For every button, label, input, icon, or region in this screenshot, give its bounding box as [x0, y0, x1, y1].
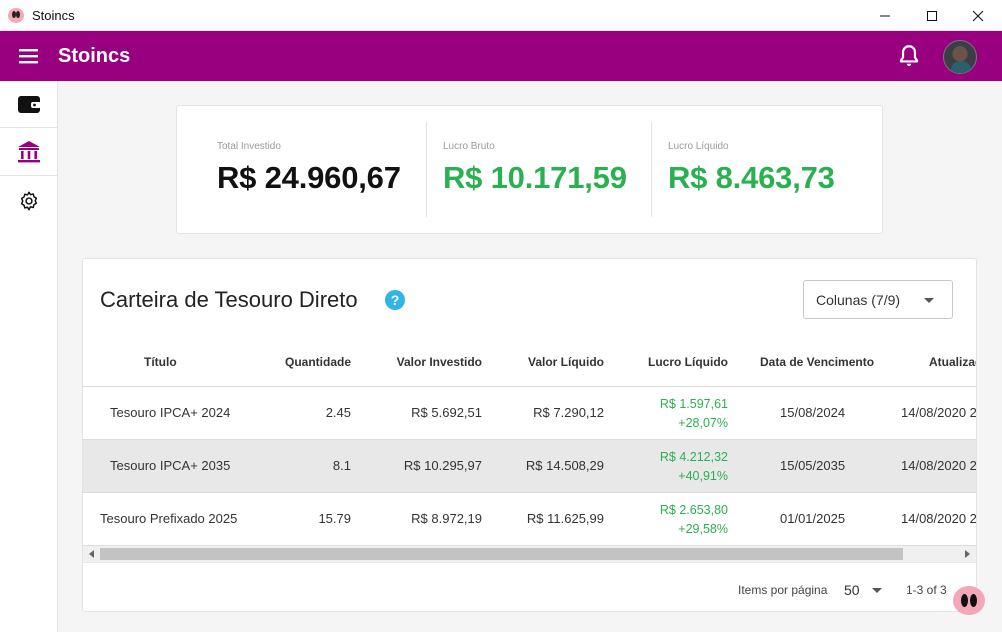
- stat-value: R$ 10.171,59: [443, 160, 627, 195]
- table-pagination: Items por página 50 1-3 of 3: [83, 562, 976, 611]
- cell-vencimento: 15/05/2035: [780, 458, 846, 473]
- horizontal-scrollbar[interactable]: [83, 546, 976, 562]
- sidebar-item-wallet[interactable]: [0, 81, 57, 128]
- scroll-right-icon[interactable]: [965, 550, 970, 558]
- maximize-button[interactable]: [909, 0, 955, 31]
- lucro-valor: R$ 1.597,61: [659, 397, 728, 411]
- cell-valor-investido: R$ 5.692,51: [411, 405, 482, 420]
- notifications-button[interactable]: [896, 43, 922, 69]
- column-header-atualizado[interactable]: Atualizado: [929, 355, 976, 369]
- table-header: Título Quantidade Valor Investido Valor …: [83, 339, 976, 387]
- cell-vencimento: 15/08/2024: [780, 405, 846, 420]
- cell-valor-investido: R$ 8.972,19: [411, 511, 482, 526]
- items-per-page-value: 50: [844, 582, 860, 598]
- summary-card: Total Investido R$ 24.960,67 Lucro Bruto…: [176, 105, 883, 234]
- close-icon: [972, 10, 984, 21]
- portfolio-title: Carteira de Tesouro Direto: [100, 287, 358, 312]
- help-icon[interactable]: ?: [385, 290, 405, 310]
- scroll-thumb[interactable]: [100, 548, 903, 560]
- window-titlebar: Stoincs: [0, 0, 1002, 31]
- cell-valor-liquido: R$ 14.508,29: [525, 458, 604, 473]
- minimize-icon: [880, 15, 890, 16]
- divider: [426, 122, 427, 217]
- portfolio-table: Título Quantidade Valor Investido Valor …: [83, 339, 977, 546]
- menu-button[interactable]: [16, 45, 42, 67]
- chevron-down-icon: [872, 588, 882, 593]
- table-row[interactable]: Tesouro Prefixado 2025 15.79 R$ 8.972,19…: [83, 493, 977, 546]
- cell-lucro-liquido: R$ 4.212,32 +40,91%: [660, 448, 728, 486]
- table-row[interactable]: Tesouro IPCA+ 2035 8.1 R$ 10.295,97 R$ 1…: [83, 440, 977, 493]
- columns-select[interactable]: Colunas (7/9): [803, 280, 953, 319]
- cell-atualizado: 14/08/2020 20:00: [901, 458, 977, 473]
- bell-icon: [899, 45, 919, 66]
- cell-atualizado: 14/08/2020 20:00: [901, 405, 977, 420]
- cell-titulo: Tesouro IPCA+ 2024: [110, 405, 231, 420]
- lucro-percent: +29,58%: [678, 522, 728, 536]
- cell-quantidade: 8.1: [332, 458, 351, 473]
- stat-value: R$ 8.463,73: [668, 160, 835, 195]
- cell-quantidade: 15.79: [318, 511, 351, 526]
- bank-icon: [17, 141, 40, 163]
- table-row[interactable]: Tesouro IPCA+ 2024 2.45 R$ 5.692,51 R$ 7…: [83, 387, 977, 440]
- cell-titulo: Tesouro Prefixado 2025: [100, 511, 238, 526]
- cell-valor-investido: R$ 10.295,97: [403, 458, 482, 473]
- cell-lucro-liquido: R$ 2.653,80 +29,58%: [660, 501, 728, 539]
- stat-label: Total Investido: [217, 141, 281, 152]
- lucro-percent: +40,91%: [678, 469, 728, 483]
- side-nav: [0, 81, 58, 632]
- gear-icon: [20, 191, 37, 210]
- window-title: Stoincs: [32, 8, 75, 23]
- columns-select-label: Colunas (7/9): [816, 292, 901, 308]
- app-bar: Stoincs: [0, 31, 1002, 81]
- column-header-titulo[interactable]: Título: [144, 355, 177, 369]
- column-header-valor-liquido[interactable]: Valor Líquido: [528, 355, 604, 369]
- divider: [651, 122, 652, 217]
- close-button[interactable]: [955, 0, 1001, 31]
- app-logo-icon: [8, 8, 24, 23]
- sidebar-item-settings[interactable]: [0, 177, 57, 224]
- cell-atualizado: 14/08/2020 20:00: [901, 511, 977, 526]
- cell-titulo: Tesouro IPCA+ 2035: [110, 458, 231, 473]
- menu-icon: [19, 49, 38, 64]
- wallet-icon: [17, 96, 41, 113]
- pagination-range: 1-3 of 3: [906, 583, 947, 597]
- stat-value: R$ 24.960,67: [217, 160, 401, 195]
- column-header-vencimento[interactable]: Data de Vencimento: [760, 355, 874, 369]
- cell-lucro-liquido: R$ 1.597,61 +28,07%: [660, 395, 728, 433]
- column-header-lucro-liquido[interactable]: Lucro Líquido: [648, 355, 728, 369]
- stat-label: Lucro Líquido: [668, 141, 729, 152]
- cell-valor-liquido: R$ 7.290,12: [533, 405, 604, 420]
- lucro-valor: R$ 2.653,80: [659, 503, 728, 517]
- cell-quantidade: 2.45: [325, 405, 351, 420]
- items-per-page-select[interactable]: 50: [844, 576, 890, 602]
- lucro-valor: R$ 4.212,32: [659, 450, 728, 464]
- pig-mascot-icon[interactable]: [953, 586, 985, 615]
- stat-label: Lucro Bruto: [443, 141, 495, 152]
- minimize-button[interactable]: [862, 0, 908, 31]
- column-header-valor-investido[interactable]: Valor Investido: [397, 355, 482, 369]
- maximize-icon: [927, 10, 937, 21]
- sidebar-item-treasury[interactable]: [0, 129, 57, 176]
- cell-valor-liquido: R$ 11.625,99: [526, 511, 604, 526]
- items-per-page-label: Items por página: [738, 583, 828, 597]
- scroll-left-icon[interactable]: [89, 550, 94, 558]
- column-header-quantidade[interactable]: Quantidade: [285, 355, 351, 369]
- lucro-percent: +28,07%: [678, 416, 728, 430]
- chevron-down-icon: [924, 298, 934, 303]
- cell-vencimento: 01/01/2025: [780, 511, 846, 526]
- user-avatar[interactable]: [943, 40, 977, 74]
- portfolio-card: Carteira de Tesouro Direto ? Colunas (7/…: [82, 258, 977, 612]
- app-title: Stoincs: [58, 45, 131, 67]
